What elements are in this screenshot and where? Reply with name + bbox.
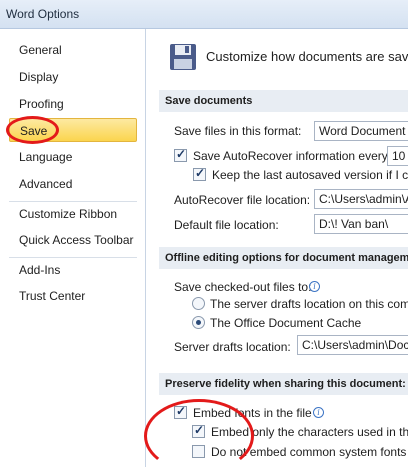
no-common-fonts-checkbox[interactable] <box>192 445 205 458</box>
embed-fonts-label: Embed fonts in the file <box>193 406 312 420</box>
sidebar-item-save[interactable]: Save <box>9 118 137 142</box>
info-icon: i <box>309 281 320 292</box>
server-drafts-location-label: Server drafts location: <box>174 340 291 354</box>
sidebar-item-general[interactable]: General <box>9 38 137 62</box>
window-title: Word Options <box>6 7 80 21</box>
autorecover-label: Save AutoRecover information every <box>193 149 388 163</box>
main-content: Customize how documents are sav Save doc… <box>147 29 408 467</box>
keep-last-autosaved-checkbox[interactable] <box>193 166 206 181</box>
sidebar-item-proofing[interactable]: Proofing <box>9 92 137 116</box>
server-drafts-location-input[interactable]: C:\Users\admin\Docu <box>297 335 408 355</box>
server-drafts-label: The server drafts location on this comp <box>210 297 408 311</box>
server-drafts-radio[interactable] <box>192 297 205 310</box>
sidebar-item-customize-ribbon[interactable]: Customize Ribbon <box>9 202 137 226</box>
info-icon: i <box>313 407 324 418</box>
default-location-input[interactable]: D:\! Van ban\ <box>314 214 408 234</box>
sidebar-item-add-ins[interactable]: Add-Ins <box>9 258 137 282</box>
checkout-label: Save checked-out files to: <box>174 280 312 294</box>
section-preserve-fidelity: Preserve fidelity when sharing this docu… <box>159 373 408 395</box>
keep-last-autosaved-label: Keep the last autosaved version if I clo <box>212 168 408 182</box>
save-format-label: Save files in this format: <box>174 124 302 138</box>
sidebar-item-language[interactable]: Language <box>9 145 137 169</box>
autorecover-location-label: AutoRecover file location: <box>174 193 311 207</box>
autorecover-minutes-input[interactable]: 10 <box>387 146 408 166</box>
default-location-label: Default file location: <box>174 218 279 232</box>
autorecover-checkbox[interactable] <box>174 147 187 162</box>
sidebar-item-display[interactable]: Display <box>9 65 137 89</box>
page-title: Customize how documents are sav <box>206 49 408 64</box>
sidebar: General Display Proofing Save Language A… <box>0 29 146 467</box>
office-cache-radio[interactable] <box>192 316 205 329</box>
sidebar-item-advanced[interactable]: Advanced <box>9 172 137 196</box>
embed-only-used-label: Embed only the characters used in the <box>211 425 408 439</box>
embed-fonts-checkbox[interactable] <box>174 404 187 419</box>
section-offline-editing: Offline editing options for document man… <box>159 247 408 269</box>
autorecover-location-input[interactable]: C:\Users\admin\A <box>314 189 408 209</box>
title-bar: Word Options <box>0 0 408 29</box>
save-format-select[interactable]: Word Document <box>314 121 408 141</box>
section-save-documents: Save documents <box>159 90 408 112</box>
floppy-disk-icon <box>170 44 196 70</box>
no-common-fonts-label: Do not embed common system fonts <box>211 445 407 459</box>
office-cache-label: The Office Document Cache <box>210 316 362 330</box>
sidebar-item-trust-center[interactable]: Trust Center <box>9 284 137 308</box>
sidebar-item-quick-access-toolbar[interactable]: Quick Access Toolbar <box>9 228 137 252</box>
embed-only-used-checkbox[interactable] <box>192 423 205 438</box>
